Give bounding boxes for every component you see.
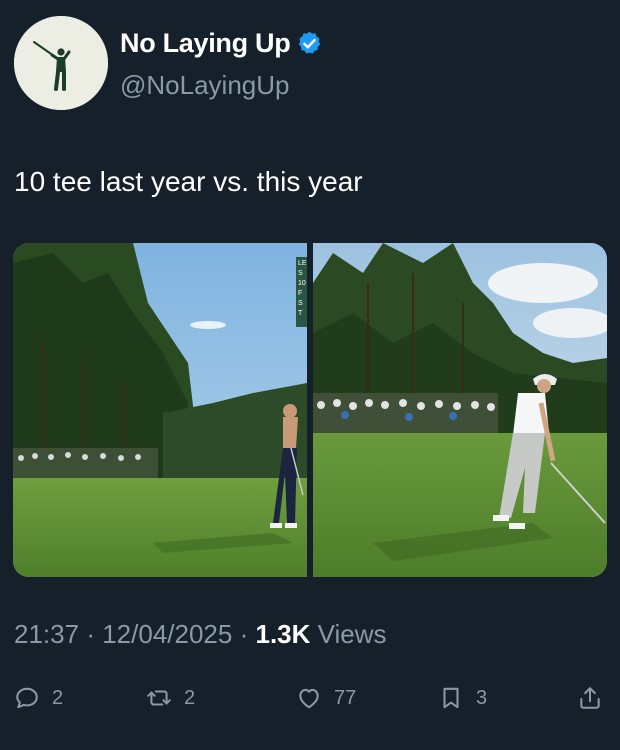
reply-count: 2 <box>52 686 64 709</box>
this-year-tee-shot[interactable] <box>313 243 607 577</box>
scoreboard-text: LE <box>298 260 307 267</box>
scoreboard-text: 10 <box>298 280 306 287</box>
verified-badge-icon[interactable] <box>296 30 323 57</box>
bookmark-icon <box>443 687 459 709</box>
user-handle[interactable]: @NoLayingUp <box>120 70 289 101</box>
tweet-date[interactable]: 12/04/2025 <box>102 619 232 649</box>
bookmark-count: 3 <box>476 686 488 709</box>
reply-button[interactable]: 2 <box>14 676 63 720</box>
meta-separator: · <box>239 619 249 649</box>
share-button[interactable] <box>577 676 603 720</box>
display-name[interactable]: No Laying Up <box>120 28 291 59</box>
golfer-silhouette-logo <box>14 16 108 110</box>
bookmark-button[interactable]: 3 <box>438 676 487 720</box>
retweet-icon <box>147 690 171 706</box>
scoreboard-text: T <box>298 310 303 317</box>
meta-separator: · <box>86 619 95 649</box>
scoreboard-text: F <box>298 290 302 297</box>
last-year-tee-shot[interactable]: LE S 10 F S T <box>13 243 307 577</box>
heart-icon <box>299 688 319 709</box>
retweet-button[interactable]: 2 <box>146 676 195 720</box>
views-label: Views <box>317 619 387 649</box>
tweet-time[interactable]: 21:37 <box>14 619 79 649</box>
tweet-media[interactable]: LE S 10 F S T <box>13 243 607 577</box>
tweet-text: 10 tee last year vs. this year <box>14 166 363 197</box>
action-bar: 2 2 77 3 <box>0 676 620 720</box>
scoreboard-text: S <box>298 300 303 307</box>
like-button[interactable]: 77 <box>296 676 356 720</box>
reply-icon <box>16 687 38 709</box>
avatar[interactable] <box>14 16 108 110</box>
display-name-row[interactable]: No Laying Up <box>120 28 323 59</box>
share-icon <box>580 687 600 709</box>
views-count: 1.3K <box>255 619 311 649</box>
like-count: 77 <box>334 686 357 709</box>
tweet-meta: 21:37 · 12/04/2025 · 1.3K Views <box>14 619 387 650</box>
scoreboard-text: S <box>298 270 303 277</box>
retweet-count: 2 <box>184 686 196 709</box>
